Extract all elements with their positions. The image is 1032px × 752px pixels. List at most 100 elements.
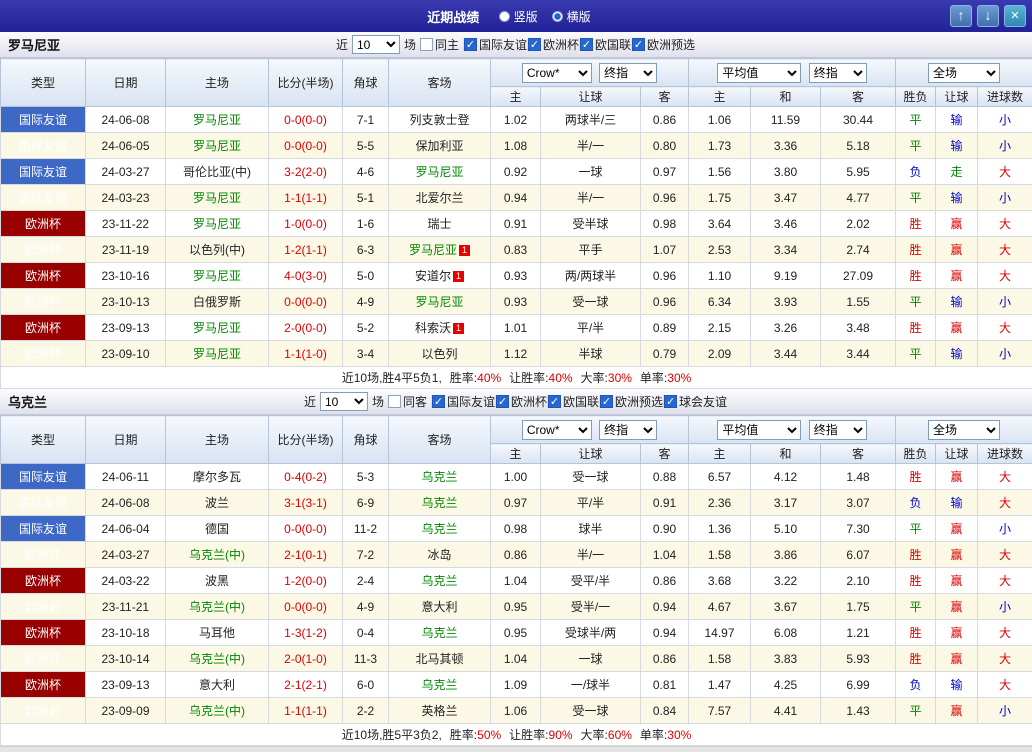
scroll-up-button[interactable]: ↑	[950, 5, 972, 27]
team-name-link[interactable]: 意大利	[199, 678, 235, 692]
checkbox-icon[interactable]: ✓	[580, 38, 593, 51]
league-filter-checkbox[interactable]: ✓球会友谊	[664, 393, 727, 410]
euro-source-select[interactable]: 平均值	[717, 63, 801, 83]
team-name-link[interactable]: 安道尔	[415, 269, 451, 283]
checkbox-icon[interactable]: ✓	[548, 395, 561, 408]
bookmaker-select[interactable]: Crow*	[522, 420, 592, 440]
recent-count-select[interactable]: 10	[320, 392, 368, 411]
same-venue-checkbox[interactable]: 同客	[388, 393, 427, 410]
team-name-link[interactable]: 罗马尼亚	[193, 347, 241, 361]
checkbox-icon[interactable]: ✓	[664, 395, 677, 408]
euro-source-select[interactable]: 平均值	[717, 420, 801, 440]
score-link[interactable]: 1-2(0-0)	[269, 568, 343, 594]
recent-count-select[interactable]: 10	[352, 35, 400, 54]
scope-select[interactable]: 全场	[928, 420, 1000, 440]
team-name-link[interactable]: 波黑	[205, 574, 229, 588]
asian-stage-select[interactable]: 终指	[599, 63, 657, 83]
score-link[interactable]: 0-4(0-2)	[269, 464, 343, 490]
league-filter-checkbox[interactable]: ✓欧洲杯	[528, 36, 579, 53]
score-link[interactable]: 1-1(1-1)	[269, 698, 343, 724]
score-link[interactable]: 2-0(0-0)	[269, 315, 343, 341]
bookmaker-select[interactable]: Crow*	[522, 63, 592, 83]
team-name-link[interactable]: 以色列(中)	[189, 243, 245, 257]
league-filter-checkbox[interactable]: ✓国际友谊	[464, 36, 527, 53]
team-name-link[interactable]: 英格兰	[421, 704, 457, 718]
score-link[interactable]: 2-0(1-0)	[269, 646, 343, 672]
team-name-link[interactable]: 以色列	[421, 347, 457, 361]
team-name-link[interactable]: 德国	[205, 522, 229, 536]
score-link[interactable]: 2-1(0-1)	[269, 542, 343, 568]
league-filter-checkbox[interactable]: ✓欧洲杯	[496, 393, 547, 410]
checkbox-icon[interactable]: ✓	[432, 395, 445, 408]
team-name-link[interactable]: 乌克兰	[421, 574, 457, 588]
score-link[interactable]: 0-0(0-0)	[269, 133, 343, 159]
checkbox-icon[interactable]: ✓	[632, 38, 645, 51]
asian-stage-select[interactable]: 终指	[599, 420, 657, 440]
score-link[interactable]: 2-1(2-1)	[269, 672, 343, 698]
euro-stage-select[interactable]: 终指	[809, 420, 867, 440]
score-link[interactable]: 1-0(0-0)	[269, 211, 343, 237]
score-link[interactable]: 1-1(1-0)	[269, 341, 343, 367]
team-name-link[interactable]: 罗马尼亚	[193, 321, 241, 335]
score-link[interactable]: 0-0(0-0)	[269, 594, 343, 620]
league-filter-checkbox[interactable]: ✓国际友谊	[432, 393, 495, 410]
team-name-link[interactable]: 罗马尼亚	[193, 269, 241, 283]
team-name-link[interactable]: 罗马尼亚	[193, 113, 241, 127]
league-filter-checkbox[interactable]: ✓欧国联	[580, 36, 631, 53]
same-venue-checkbox[interactable]: 同主	[420, 36, 459, 53]
checkbox-icon[interactable]: ✓	[496, 395, 509, 408]
checkbox-icon[interactable]: ✓	[528, 38, 541, 51]
scroll-down-button[interactable]: ↓	[977, 5, 999, 27]
team-name-link[interactable]: 列支敦士登	[409, 113, 469, 127]
team-name-link[interactable]: 波兰	[205, 496, 229, 510]
score-link[interactable]: 0-0(0-0)	[269, 516, 343, 542]
score-link[interactable]: 1-3(1-2)	[269, 620, 343, 646]
team-name-link[interactable]: 乌克兰(中)	[189, 652, 245, 666]
team-name-link[interactable]: 科索沃	[415, 321, 451, 335]
team-name-link[interactable]: 罗马尼亚	[193, 217, 241, 231]
score-link[interactable]: 0-0(0-0)	[269, 289, 343, 315]
radio-icon[interactable]	[552, 11, 563, 22]
team-name-link[interactable]: 马耳他	[199, 626, 235, 640]
score-link[interactable]: 1-2(1-1)	[269, 237, 343, 263]
team-name-link[interactable]: 罗马尼亚	[193, 191, 241, 205]
scope-select[interactable]: 全场	[928, 63, 1000, 83]
team-name-link[interactable]: 哥伦比亚(中)	[183, 165, 251, 179]
team-name-link[interactable]: 乌克兰(中)	[189, 548, 245, 562]
team-name-link[interactable]: 罗马尼亚	[409, 243, 457, 257]
league-filter-checkbox[interactable]: ✓欧洲预选	[632, 36, 695, 53]
close-button[interactable]: ×	[1004, 5, 1026, 27]
score-link[interactable]: 4-0(3-0)	[269, 263, 343, 289]
team-name-link[interactable]: 乌克兰	[421, 522, 457, 536]
score-link[interactable]: 1-1(1-1)	[269, 185, 343, 211]
team-name-link[interactable]: 保加利亚	[415, 139, 463, 153]
team-name-link[interactable]: 乌克兰(中)	[189, 600, 245, 614]
team-name-link[interactable]: 乌克兰	[421, 470, 457, 484]
score-link[interactable]: 3-2(2-0)	[269, 159, 343, 185]
layout-radio[interactable]: 竖版	[499, 8, 538, 25]
euro-stage-select[interactable]: 终指	[809, 63, 867, 83]
team-name-link[interactable]: 乌克兰	[421, 496, 457, 510]
team-name-link[interactable]: 乌克兰(中)	[189, 704, 245, 718]
team-name-link[interactable]: 意大利	[421, 600, 457, 614]
team-name-link[interactable]: 北马其顿	[415, 652, 463, 666]
team-name-link[interactable]: 瑞士	[427, 217, 451, 231]
league-filter-checkbox[interactable]: ✓欧国联	[548, 393, 599, 410]
team-name-link[interactable]: 摩尔多瓦	[193, 470, 241, 484]
team-name-link[interactable]: 乌克兰	[421, 678, 457, 692]
checkbox-icon[interactable]	[420, 38, 433, 51]
team-name-link[interactable]: 罗马尼亚	[193, 139, 241, 153]
checkbox-icon[interactable]	[388, 395, 401, 408]
team-name-link[interactable]: 白俄罗斯	[193, 295, 241, 309]
layout-radio[interactable]: 横版	[552, 8, 591, 25]
radio-icon[interactable]	[499, 11, 510, 22]
team-name-link[interactable]: 北爱尔兰	[415, 191, 463, 205]
team-name-link[interactable]: 罗马尼亚	[415, 165, 463, 179]
checkbox-icon[interactable]: ✓	[464, 38, 477, 51]
team-name-link[interactable]: 罗马尼亚	[415, 295, 463, 309]
league-filter-checkbox[interactable]: ✓欧洲预选	[600, 393, 663, 410]
score-link[interactable]: 3-1(3-1)	[269, 490, 343, 516]
team-name-link[interactable]: 乌克兰	[421, 626, 457, 640]
team-name-link[interactable]: 冰岛	[427, 548, 451, 562]
score-link[interactable]: 0-0(0-0)	[269, 107, 343, 133]
